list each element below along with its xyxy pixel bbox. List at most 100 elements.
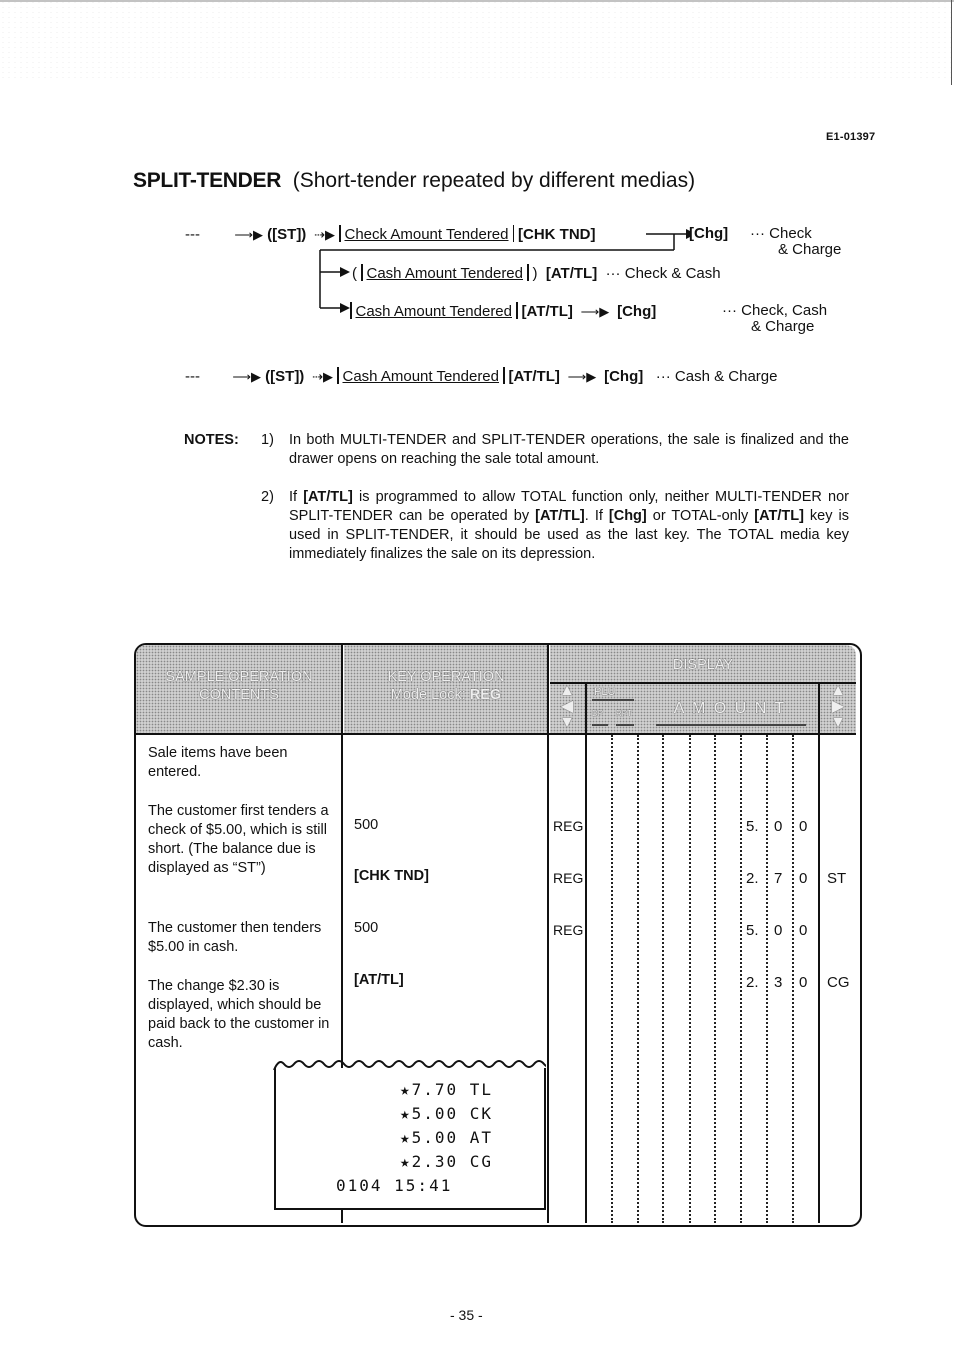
arrow-up-down-right-icon: ▲ ▶ ▼ [830, 682, 846, 731]
receipt-line: ★5.00 AT [400, 1128, 494, 1147]
key-ref: [AT/TL] [535, 508, 585, 524]
digit-column-divider [637, 735, 639, 1223]
display-digit: 0 [799, 922, 808, 939]
paren: ) [532, 265, 538, 282]
notes-label: NOTES: [184, 431, 239, 450]
st-key: ([ST]) [267, 226, 307, 243]
st-key: ([ST]) [265, 368, 305, 385]
ellipsis: ··· [750, 225, 765, 242]
scan-edge-right [951, 0, 952, 85]
note-number: 1) [261, 432, 274, 448]
at-tl-key: [AT/TL] [545, 265, 598, 282]
divider [592, 699, 634, 701]
display-digit: 0 [799, 870, 808, 887]
chg-key: [Chg] [617, 303, 657, 320]
mode-indicator: REG [553, 870, 584, 886]
header-text: Mode Lock: [390, 687, 466, 703]
note-number: 2) [261, 489, 274, 505]
arrow-right-icon: ⟶▶ [564, 369, 600, 384]
flow1-branch-b: Cash Amount Tendered [AT/TL] ⟶▶ [Chg] [346, 302, 656, 320]
flow-lead: --- [185, 368, 200, 385]
display-digit: 0 [774, 922, 783, 939]
chg-key: [Chg] [604, 368, 644, 385]
divider [592, 724, 608, 726]
mode-indicator: REG [553, 922, 584, 938]
flow-lead: --- [185, 226, 200, 243]
key-operation: [AT/TL] [354, 972, 404, 988]
cash-amount-entry: Cash Amount Tendered [342, 368, 500, 385]
content-step: Sale items have been entered. [148, 745, 288, 780]
receipt-line: ★5.00 CK [400, 1104, 494, 1123]
display-digit: 2. [746, 870, 759, 887]
header-contents: SAMPLE OPERATION CONTENTS [136, 668, 342, 704]
header-text: KEY OPERATION [387, 669, 505, 685]
header-dp: DP [592, 709, 604, 718]
cash-amount-entry: Cash Amount Tendered [366, 265, 524, 282]
page-number: - 35 - [450, 1307, 483, 1323]
at-tl-key: [AT/TL] [508, 368, 560, 385]
receipt-line: ★7.70 TL [400, 1080, 494, 1099]
digit-column-divider [792, 735, 794, 1223]
flow1-branch-a: ( Cash Amount Tendered) [AT/TL] ··· Check… [352, 264, 721, 282]
receipt: ★7.70 TL ★5.00 CK ★5.00 AT ★2.30 CG 0104… [274, 1068, 546, 1210]
divider [616, 724, 634, 726]
display-suffix: ST [827, 870, 847, 887]
result-text: Cash & Charge [674, 368, 778, 385]
arrow-right-icon: ⟶▶ [234, 227, 263, 242]
ellipsis: ··· [722, 302, 737, 319]
note-2-text: If [AT/TL] is programmed to allow TOTAL … [289, 488, 849, 564]
display-digit: 0 [774, 818, 783, 835]
digit-column-divider [714, 735, 716, 1223]
display-digit: 7 [774, 870, 783, 887]
paren: ( [352, 265, 357, 282]
display-suffix: CG [827, 974, 850, 991]
receipt-line: ★2.30 CG [400, 1152, 494, 1171]
divider [818, 683, 820, 1223]
key-operation: [CHK TND] [354, 868, 429, 884]
ellipsis: ··· [655, 368, 671, 385]
cash-amount-entry: Cash Amount Tendered [355, 303, 513, 320]
result-text-2: & Charge [751, 318, 815, 335]
arrow-right-icon: ⟶▶ [577, 304, 613, 319]
header-mode: REG [469, 687, 502, 703]
content-step: The customer then tenders $5.00 in cash. [148, 920, 322, 955]
page-title: SPLIT-TENDER (Short-tender repeated by d… [133, 169, 695, 193]
digit-column-divider [662, 735, 664, 1223]
result-text: Check & Cash [624, 265, 721, 282]
digit-column-divider [611, 735, 613, 1223]
header-divider [136, 733, 856, 735]
digit-column-divider [766, 735, 768, 1223]
flow1-chg: [Chg] [689, 225, 728, 242]
title-main: SPLIT-TENDER [133, 169, 282, 192]
result-text: Check, Cash [741, 302, 828, 319]
chg-key: [Chg] [689, 225, 729, 242]
mode-indicator: REG [553, 818, 584, 834]
content-step: The change $2.30 is displayed, which sho… [148, 978, 330, 1051]
note-1-text: In both MULTI-TENDER and SPLIT-TENDER op… [289, 432, 849, 467]
header-rpt: RPT [616, 709, 632, 718]
header-key-operation: KEY OPERATION Mode Lock: REG [344, 668, 548, 704]
divider [656, 724, 806, 726]
result-text: Check [769, 225, 812, 242]
column-divider [547, 645, 549, 1223]
note-text: . If [584, 508, 609, 524]
key-operation: 500 [354, 817, 379, 833]
display-digit: 2. [746, 974, 759, 991]
result-text-2: & Charge [778, 241, 842, 258]
scan-noise [0, 0, 954, 80]
scan-edge [0, 0, 954, 2]
digit-column-divider [689, 735, 691, 1223]
display-digit: 5. [746, 818, 759, 835]
header-amount: A M O U N T [673, 700, 787, 717]
flow2-row: --- ⟶▶ ([ST]) ⇢▶ Cash Amount Tendered [AT/… [185, 367, 777, 385]
header-text: SAMPLE OPERATION [165, 669, 313, 685]
note-text: or TOTAL-only [646, 508, 755, 524]
arrow-up-down-left-icon: ▲ ◀ ▼ [559, 682, 575, 731]
receipt-bottom [274, 1208, 544, 1210]
key-ref: [Chg] [608, 508, 647, 524]
title-subtitle: (Short-tender repeated by different medi… [292, 169, 696, 192]
notes-heading: NOTES: [184, 432, 239, 448]
header-text: CONTENTS [199, 687, 279, 703]
key-ref: [AT/TL] [754, 508, 804, 524]
ellipsis: ··· [605, 265, 621, 282]
